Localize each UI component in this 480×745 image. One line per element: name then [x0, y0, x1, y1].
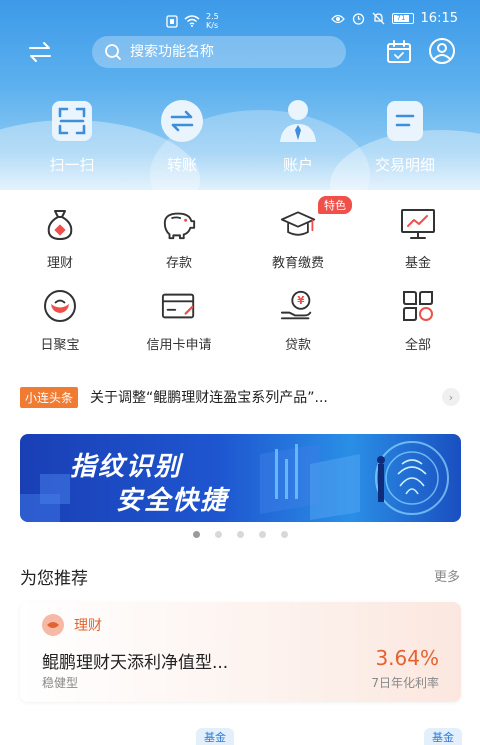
recommend-title: 为您推荐 [20, 569, 88, 589]
clock: 16:15 [420, 11, 458, 26]
graduation-cap-icon [280, 206, 316, 242]
switch-arrows-icon [29, 42, 51, 62]
fund-tag: 基金 [196, 728, 234, 745]
carousel-dot[interactable] [193, 531, 200, 538]
search-input[interactable] [130, 44, 330, 60]
carousel-dot[interactable] [215, 531, 222, 538]
svg-text:¥: ¥ [297, 295, 305, 307]
service-deposit[interactable]: 存款 [119, 206, 239, 271]
transfer-icon [159, 98, 205, 144]
service-label: 信用卡申请 [146, 338, 212, 353]
news-tag: 小连头条 [20, 386, 79, 408]
product-rate-label: 7日年化利率 [371, 676, 439, 690]
account-icon [275, 98, 321, 144]
service-label: 存款 [165, 256, 192, 271]
quick-account[interactable]: 账户 [248, 98, 348, 175]
status-network: 2.5 K/s [166, 12, 219, 30]
promo-banner[interactable]: 指纹识别 安全快捷 [20, 434, 461, 522]
battery-level: 71 [396, 14, 406, 22]
service-label: 理财 [46, 256, 73, 271]
service-label: 日聚宝 [40, 338, 80, 353]
product-rate: 3.64% [375, 646, 439, 670]
news-headline[interactable]: 关于调整“鲲鹏理财连盈宝系列产品”... [90, 387, 380, 407]
wifi-icon [184, 15, 200, 27]
quick-actions: 扫一扫 转账 账户 交易明细 [0, 98, 480, 174]
alarm-icon [352, 13, 364, 25]
speed-value: 2.5 [206, 12, 219, 21]
calendar-button[interactable] [385, 38, 413, 66]
wealth-badge-icon [42, 614, 64, 636]
product-risk: 稳健型 [42, 676, 79, 690]
banner-subtitle: 安全快捷 [116, 486, 229, 516]
fund-tag: 基金 [424, 728, 462, 745]
service-loan[interactable]: ¥ 贷款 [238, 288, 358, 353]
service-credit-card[interactable]: 信用卡申请 [119, 288, 239, 353]
money-bag-icon [42, 206, 78, 242]
chevron-right-icon[interactable]: › [442, 388, 460, 406]
battery-icon: 71 [391, 13, 414, 24]
quick-scan[interactable]: 扫一扫 [22, 98, 122, 175]
service-label: 全部 [404, 338, 431, 353]
carousel-indicator [193, 531, 288, 538]
status-bar: 2.5 K/s 71 16:15 [0, 0, 480, 36]
network-speed: 2.5 K/s [206, 12, 219, 30]
quick-label: 交易明细 [374, 156, 435, 174]
recommend-more-link[interactable]: 更多 [434, 566, 460, 585]
status-right: 71 16:15 [330, 11, 458, 26]
service-education[interactable]: 教育缴费 [238, 206, 358, 271]
banner-title: 指纹识别 [70, 452, 183, 482]
search-icon [105, 44, 121, 60]
quick-transfer[interactable]: 转账 [132, 98, 232, 175]
service-fund[interactable]: 基金 [358, 206, 478, 271]
service-label: 教育缴费 [271, 256, 324, 271]
mute-icon [372, 12, 384, 25]
service-label: 贷款 [284, 338, 311, 353]
top-bar [0, 36, 480, 68]
carousel-dot[interactable] [281, 531, 288, 538]
carousel-dot[interactable] [259, 531, 266, 538]
service-wealth[interactable]: 理财 [0, 206, 120, 271]
profile-button[interactable] [428, 37, 456, 65]
product-category-label: 理财 [74, 618, 102, 634]
quick-transactions[interactable]: 交易明细 [355, 98, 455, 175]
carousel-dot[interactable] [237, 531, 244, 538]
fund-chart-icon [400, 206, 436, 242]
piggy-bank-icon [161, 206, 197, 242]
quick-label: 转账 [166, 156, 197, 174]
search-bar[interactable] [92, 36, 346, 68]
eye-icon [330, 14, 345, 23]
speed-unit: K/s [206, 21, 219, 30]
product-card[interactable]: 理财 鲲鹏理财天添利净值型... 稳健型 3.64% 7日年化利率 [20, 602, 461, 702]
credit-card-icon [161, 288, 197, 324]
service-label: 基金 [404, 256, 431, 271]
quick-label: 账户 [282, 156, 313, 174]
ingot-icon [42, 288, 78, 324]
switch-button[interactable] [26, 38, 54, 66]
user-icon [429, 38, 455, 64]
service-all[interactable]: 全部 [358, 288, 478, 353]
service-rijubao[interactable]: 日聚宝 [0, 288, 120, 353]
quick-label: 扫一扫 [49, 156, 95, 174]
calendar-icon [387, 40, 411, 63]
news-ticker[interactable]: 小连头条 关于调整“鲲鹏理财连盈宝系列产品”... › [20, 386, 460, 408]
transaction-detail-icon [382, 98, 428, 144]
scan-icon [49, 98, 95, 144]
loan-icon: ¥ [280, 288, 316, 324]
product-name: 鲲鹏理财天添利净值型... [42, 653, 229, 673]
product-category: 理财 [42, 614, 102, 636]
all-apps-icon [400, 288, 436, 324]
sim-icon [166, 14, 178, 28]
